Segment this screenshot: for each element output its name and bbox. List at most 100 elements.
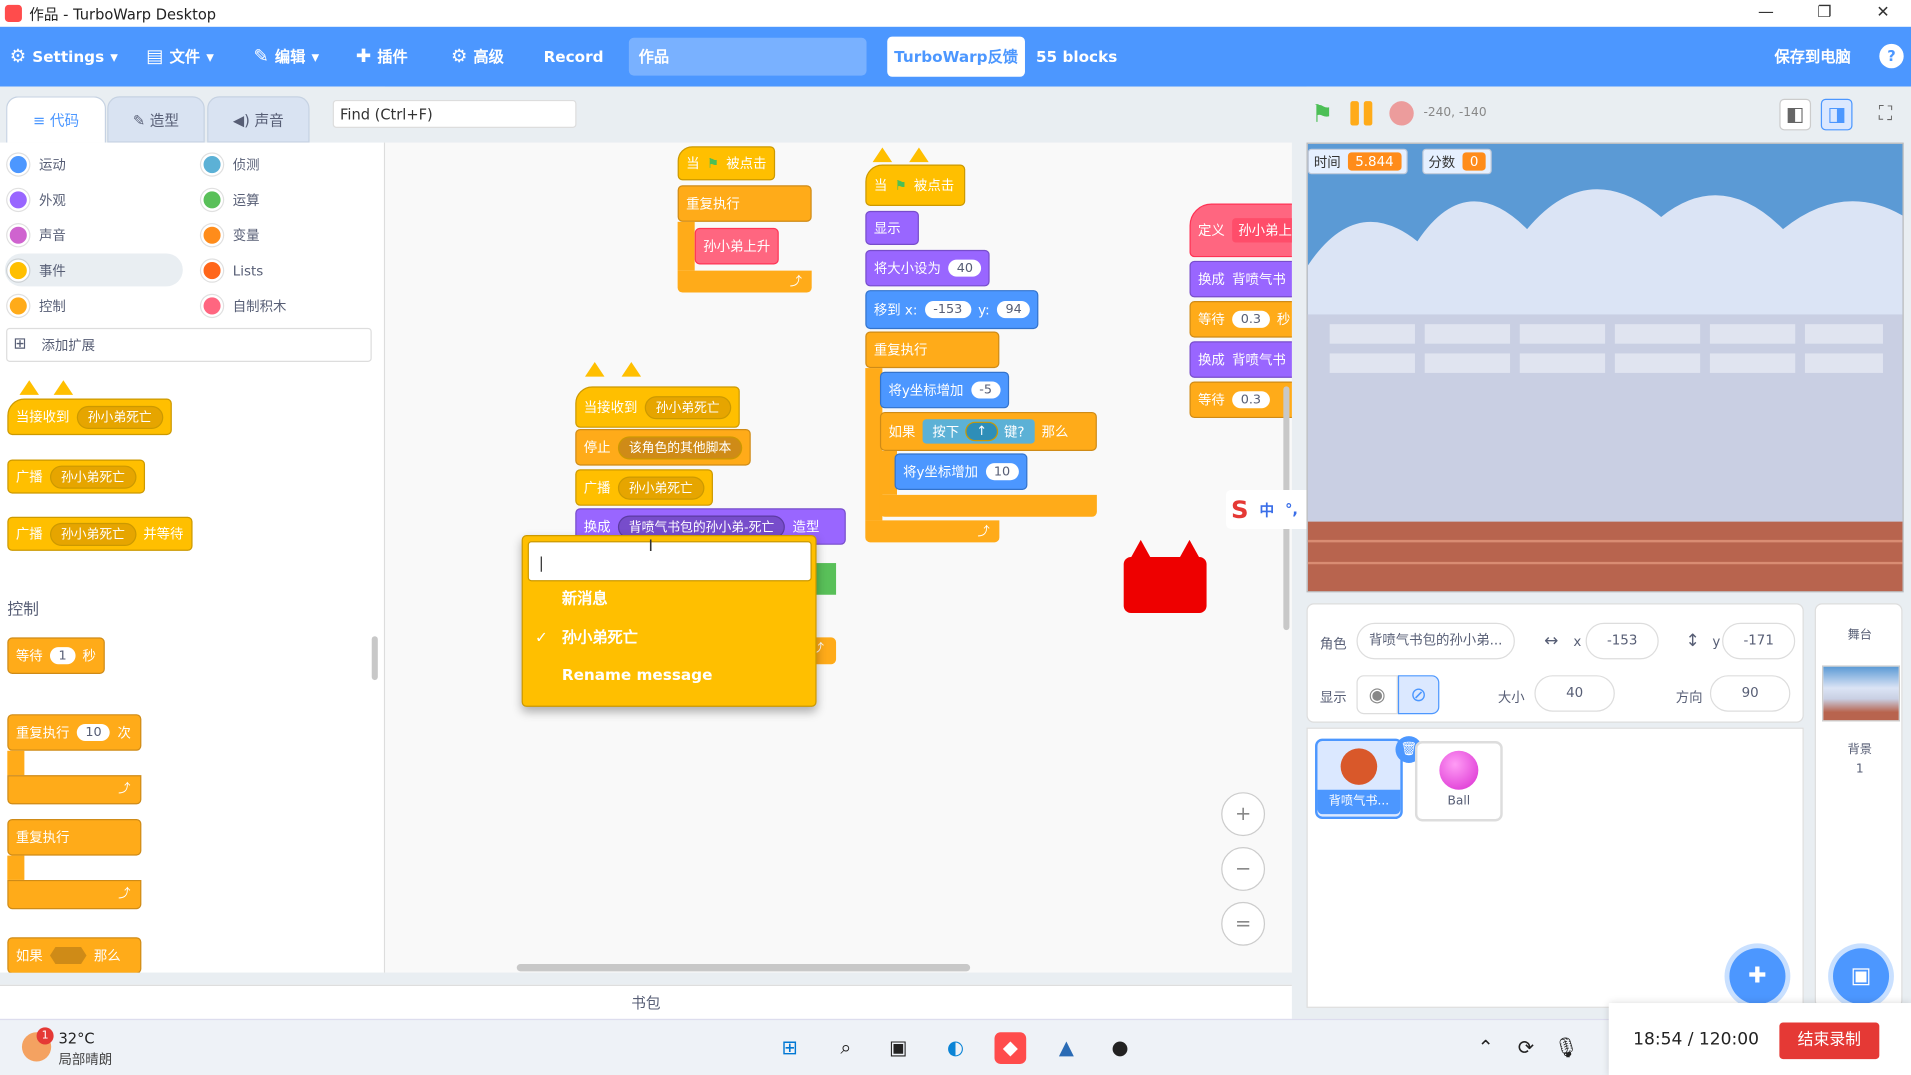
sprite-direction-input[interactable]: 90	[1709, 675, 1791, 712]
microphone-tray-icon[interactable]: 🎙	[1550, 1032, 1582, 1064]
fullscreen-button[interactable]: ⛶	[1870, 99, 1902, 131]
find-input[interactable]: Find (Ctrl+F)	[332, 99, 577, 128]
turbowarp-app-icon[interactable]: ◆	[994, 1032, 1027, 1064]
stage-canvas[interactable]: 时间 5.844 分数 0	[1306, 142, 1904, 593]
category-motion[interactable]: 运动	[7, 153, 66, 176]
dropdown-item-new-message[interactable]: 新消息	[562, 585, 608, 612]
wait-input[interactable]: 1	[49, 647, 76, 665]
stage-target-pane[interactable]: 舞台 背景 1	[1814, 603, 1903, 1008]
settings-menu[interactable]: ⚙ Settings ▾	[10, 27, 118, 87]
change-y-input-2[interactable]: 10	[985, 463, 1019, 481]
key-dropdown[interactable]: ↑	[965, 421, 998, 442]
category-variables[interactable]: 变量	[201, 224, 260, 247]
message-dropdown[interactable]: 孙小弟死亡	[49, 464, 136, 489]
script4-switch-costume-block[interactable]: 换成 背喷气书	[1189, 260, 1292, 298]
key-pressed-block[interactable]: 按下 ↑ 键?	[922, 419, 1035, 444]
script4-wait-block-2[interactable]: 等待 0.3	[1189, 381, 1292, 419]
script4-define-block[interactable]: 定义孙小弟上升	[1189, 203, 1292, 258]
large-stage-button[interactable]: ◨	[1820, 98, 1853, 131]
minimize-button[interactable]: —	[1738, 0, 1794, 27]
sprite-size-input[interactable]: 40	[1534, 675, 1615, 712]
category-looks[interactable]: 外观	[7, 188, 66, 211]
stop-recording-button[interactable]: 结束录制	[1779, 1022, 1880, 1060]
ime-punct-toggle[interactable]: °,	[1285, 501, 1298, 518]
palette-repeat-block[interactable]: 重复执行 10 次	[7, 714, 142, 751]
edge-browser-icon[interactable]: ◐	[940, 1032, 972, 1064]
category-lists[interactable]: Lists	[201, 259, 263, 282]
message-dropdown[interactable]: 孙小弟死亡	[644, 395, 731, 419]
dropdown-item-rename-message[interactable]: Rename message	[562, 662, 713, 689]
script4-switch-costume-block-2[interactable]: 换成 背喷气书	[1189, 341, 1292, 378]
tab-sounds[interactable]: ◀) 声音	[207, 96, 310, 143]
palette-forever-block[interactable]: 重复执行	[7, 819, 142, 856]
script3-broadcast-block[interactable]: 广播 孙小弟死亡	[575, 469, 713, 506]
palette-when-receive-block[interactable]: 当接收到 孙小弟死亡	[7, 398, 172, 436]
category-sensing[interactable]: 侦测	[201, 153, 260, 176]
size-input[interactable]: 40	[948, 259, 982, 277]
zoom-out-button[interactable]: −	[1221, 847, 1266, 891]
repeat-input[interactable]: 10	[76, 723, 111, 741]
sync-icon[interactable]: ⟳	[1510, 1032, 1542, 1064]
script3-stop-block[interactable]: 停止 该角色的其他脚本	[575, 429, 751, 466]
script1-forever-block[interactable]: 重复执行	[677, 185, 812, 222]
start-windows-icon[interactable]: ⊞	[774, 1032, 806, 1064]
sprite-x-input[interactable]: -153	[1585, 622, 1659, 660]
script2-forever-block[interactable]: 重复执行	[865, 331, 1000, 369]
wait-input[interactable]: 0.3	[1232, 391, 1270, 409]
script2-change-y-block-2[interactable]: 将y坐标增加 10	[894, 453, 1028, 490]
stop-dropdown[interactable]: 该角色的其他脚本	[617, 435, 743, 459]
palette-broadcast-wait-block[interactable]: 广播 孙小弟死亡 并等待	[7, 516, 192, 551]
zoom-in-button[interactable]: +	[1221, 792, 1266, 837]
advanced-menu[interactable]: ⚙ 高级	[451, 27, 504, 87]
script2-set-size-block[interactable]: 将大小设为 40	[865, 249, 991, 287]
category-operators[interactable]: 运算	[201, 188, 260, 211]
script2-if-block[interactable]: 如果 按下 ↑ 键? 那么	[879, 411, 1097, 451]
wait-input[interactable]: 0.3	[1232, 310, 1270, 328]
sprite-name-input[interactable]: 背喷气书包的孙小弟...	[1356, 622, 1515, 660]
app-icon[interactable]: ▲	[1051, 1032, 1083, 1064]
script1-green-flag-hat[interactable]: 当 ⚑ 被点击	[677, 146, 775, 181]
project-title-input[interactable]: 作品	[628, 37, 867, 76]
palette-broadcast-block[interactable]: 广播 孙小弟死亡	[7, 459, 145, 494]
add-extension-button[interactable]: 添加扩展	[6, 327, 372, 362]
task-view-icon[interactable]: ▣	[882, 1032, 914, 1064]
message-dropdown[interactable]: 孙小弟死亡	[76, 405, 163, 429]
qq-penguin-icon[interactable]: ●	[1104, 1032, 1136, 1064]
ime-lang-toggle[interactable]: 中	[1259, 499, 1274, 520]
tab-costumes[interactable]: ✎ 造型	[107, 96, 205, 143]
sprite-y-input[interactable]: -171	[1722, 622, 1796, 660]
add-sprite-cat-button[interactable]: ✚	[1729, 948, 1786, 1005]
hide-sprite-eye-icon[interactable]: ⊘	[1397, 675, 1440, 715]
palette-scrollbar[interactable]	[371, 636, 378, 681]
small-stage-button[interactable]: ◧	[1779, 98, 1812, 131]
feedback-button[interactable]: TurboWarp反馈	[887, 36, 1025, 77]
palette-wait-block[interactable]: 等待 1 秒	[7, 637, 105, 674]
restore-button[interactable]: ❐	[1796, 0, 1852, 27]
stop-button[interactable]	[1389, 101, 1414, 126]
search-icon[interactable]: ⌕	[830, 1032, 862, 1064]
category-sound[interactable]: 声音	[7, 224, 66, 247]
sprite-tile-selected[interactable]: 背喷气书...	[1315, 738, 1403, 819]
script2-show-block[interactable]: 显示	[865, 210, 919, 245]
help-icon[interactable]: ?	[1879, 43, 1904, 69]
category-my-blocks[interactable]: 自制积木	[201, 294, 286, 317]
x-input[interactable]: -153	[924, 301, 971, 319]
script2-change-y-block[interactable]: 将y坐标增加 -5	[879, 371, 1010, 409]
category-control[interactable]: 控制	[7, 294, 66, 317]
message-search-input[interactable]: |	[527, 541, 812, 582]
tray-chevron-up-icon[interactable]: ⌃	[1470, 1032, 1502, 1064]
sogou-logo-icon[interactable]: S	[1231, 495, 1249, 524]
save-to-computer-button[interactable]: 保存到电脑	[1775, 27, 1851, 87]
category-events[interactable]: 事件	[7, 259, 66, 282]
tab-code[interactable]: ≡ 代码	[6, 96, 107, 143]
change-y-input[interactable]: -5	[970, 381, 1001, 399]
script4-wait-block[interactable]: 等待 0.3 秒	[1189, 301, 1292, 338]
green-flag-button[interactable]: ⚑	[1311, 99, 1333, 128]
y-input[interactable]: 94	[996, 301, 1031, 319]
sprite-tile-ball[interactable]: Ball	[1414, 741, 1503, 822]
add-backdrop-button[interactable]: ▣	[1833, 948, 1890, 1005]
palette-if-block[interactable]: 如果 那么	[7, 937, 142, 973]
zoom-reset-button[interactable]: =	[1221, 901, 1266, 946]
backpack-bar[interactable]: 书包	[0, 984, 1292, 1019]
script1-custom-call-block[interactable]: 孙小弟上升	[694, 227, 779, 265]
